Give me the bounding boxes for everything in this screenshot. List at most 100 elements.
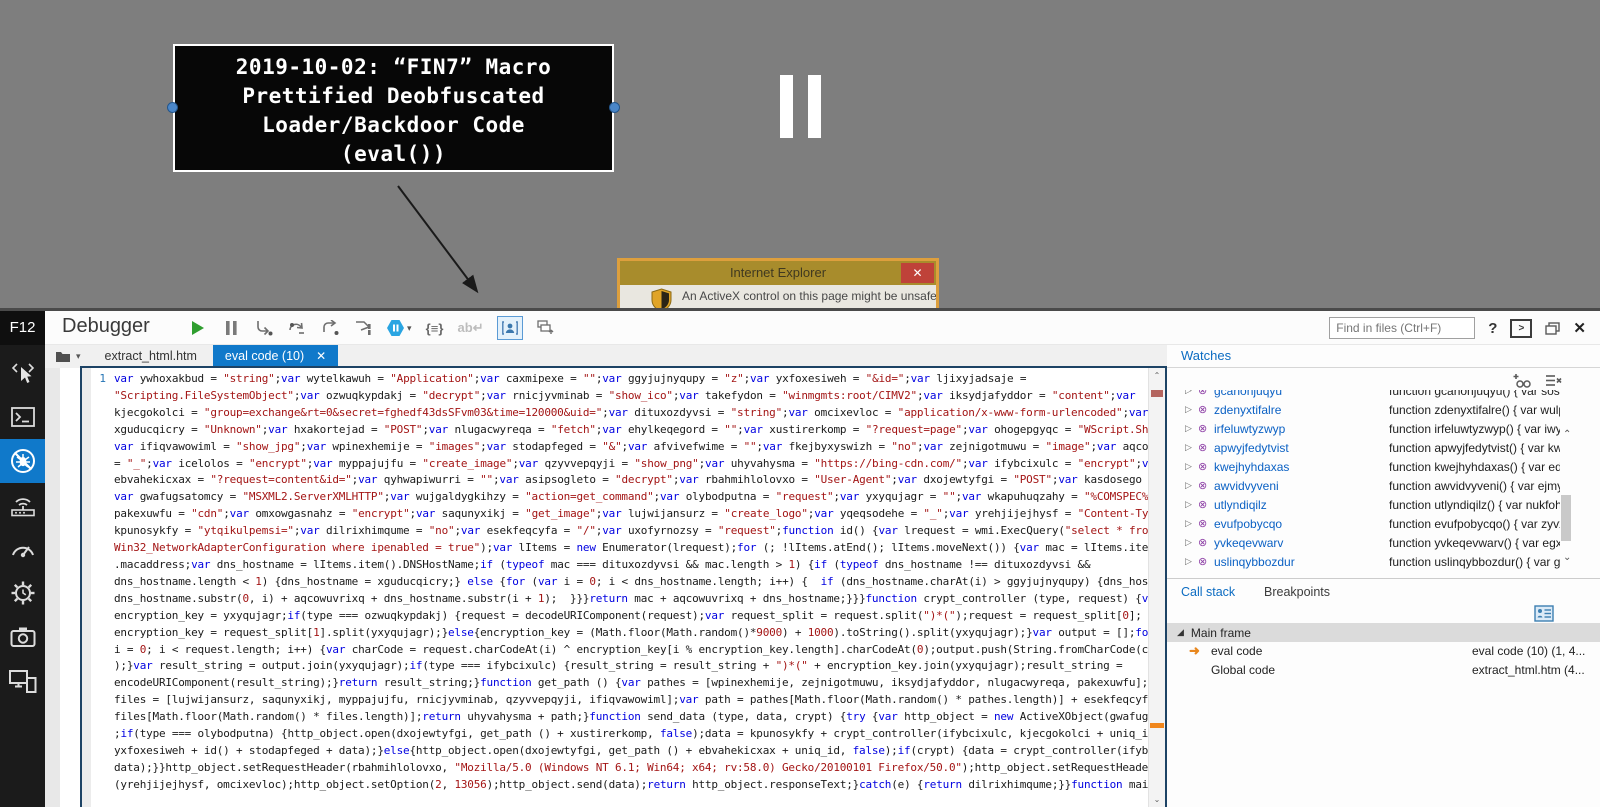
show-console-button[interactable]: > (1510, 319, 1532, 338)
code-line[interactable]: i = 0; i < request.length; i++) {var cha… (114, 642, 1148, 659)
sidebar-item-debugger[interactable] (0, 439, 45, 483)
expander-icon[interactable]: ▷ (1185, 480, 1198, 491)
expander-icon[interactable]: ▷ (1185, 404, 1198, 415)
code-line[interactable]: "Scripting.FileSystemObject";var ozwuqky… (114, 388, 1148, 405)
watch-name: irfeluwtyzwyp (1214, 422, 1285, 436)
break-pause-button[interactable] (221, 315, 241, 341)
sidebar-item-network[interactable] (0, 483, 45, 527)
code-scrollbar[interactable]: ⌃ ⌄ (1148, 368, 1165, 807)
watch-row[interactable]: ▷⊗awvidvyvenifunction awvidvyveni() { va… (1167, 476, 1560, 495)
code-line[interactable]: dns_hostname.substr(0, i) + aqcowuvrixq … (114, 591, 1148, 608)
find-in-files-input[interactable] (1329, 317, 1475, 339)
ie-dialog-titlebar[interactable]: Internet Explorer ✕ (620, 261, 936, 285)
add-watch-button[interactable] (1512, 373, 1531, 388)
annotation-title-box[interactable]: 2019-10-02: “FIN7” Macro Prettified Deob… (173, 44, 614, 172)
sidebar-item-memory[interactable] (0, 615, 45, 659)
selection-handle-right[interactable] (609, 102, 620, 113)
scroll-down-icon[interactable]: ⌄ (1563, 552, 1571, 563)
code-line[interactable]: var gwafugsatomcy = "MSXML2.ServerXMLHTT… (114, 489, 1148, 506)
watch-row[interactable]: ▷⊗uslinqybbozdurfunction uslinqybbozdur(… (1167, 552, 1560, 571)
expander-icon[interactable]: ▷ (1185, 461, 1198, 472)
code-line[interactable]: encodeURIComponent(result_string);}retur… (114, 675, 1148, 692)
code-line[interactable]: );}var result_string = output.join(yxyqu… (114, 658, 1148, 675)
continue-button[interactable] (188, 315, 208, 341)
code-line[interactable]: data);}}http_object.setRequestHeader(rba… (114, 760, 1148, 777)
chevron-down-icon: ▾ (407, 323, 412, 334)
expander-icon[interactable]: ▷ (1185, 556, 1198, 567)
code-line[interactable]: encryption_key = yxyqujagr;if(type === o… (114, 608, 1148, 625)
code-line[interactable]: yxfoxesiweh + id() + stodapfeged + data)… (114, 743, 1148, 760)
tab-eval-code[interactable]: eval code (10) ✕ (213, 345, 338, 368)
code-line[interactable]: = "_";var icelolos = "encrypt";var myppa… (114, 456, 1148, 473)
open-document-button[interactable]: ▾ (45, 345, 89, 368)
close-devtools-button[interactable]: ✕ (1573, 319, 1586, 337)
tab-extract-html[interactable]: extract_html.htm (89, 345, 213, 368)
step-over-button[interactable] (287, 315, 307, 341)
code-line[interactable]: xguducqicry = "Unknown";var hxakortejad … (114, 422, 1148, 439)
expander-icon[interactable]: ▷ (1185, 518, 1198, 529)
code-line[interactable]: kjecgokolci = "group=exchange&rt=0&secre… (114, 405, 1148, 422)
scroll-up-icon[interactable]: ⌃ (1563, 429, 1571, 440)
step-out-button[interactable] (320, 315, 340, 341)
scrollbar-thumb[interactable] (1561, 495, 1571, 541)
breakpoint-gutter[interactable] (82, 368, 91, 807)
close-icon[interactable]: ✕ (901, 263, 934, 283)
code-line[interactable]: files = [lujwijansurz, saqunyxikj, myppa… (114, 692, 1148, 709)
code-line[interactable]: (yrehjijejhysf, omcixevloc);http_object.… (114, 777, 1148, 794)
step-into-button[interactable] (254, 315, 274, 341)
sidebar-item-console[interactable] (0, 395, 45, 439)
sidebar-item-emulation[interactable] (0, 659, 45, 703)
watch-row[interactable]: ▷⊗apwyjfedytvistfunction apwyjfedytvist(… (1167, 438, 1560, 457)
code-line[interactable]: var ywhoxakbud = "string";var wytelkawuh… (114, 371, 1148, 388)
selection-handle-left[interactable] (167, 102, 178, 113)
watch-name: zdenyxtifalre (1214, 403, 1281, 417)
expander-icon[interactable]: ▷ (1185, 537, 1198, 548)
sidebar-item-performance[interactable] (0, 527, 45, 571)
watch-row[interactable]: ▷⊗zdenyxtifalrefunction zdenyxtifalre() … (1167, 400, 1560, 419)
callstack-frame[interactable]: ➜eval codeeval code (10) (1, 4... (1167, 642, 1600, 661)
code-line[interactable]: kpunosykfy = "ytqikulpemsi=";var dilrixh… (114, 523, 1148, 540)
source-windows-button[interactable] (536, 315, 556, 341)
watch-row[interactable]: ▷⊗gcahonjuqyufunction gcahonjuqyu() { va… (1167, 390, 1560, 400)
callstack-frame[interactable]: Global codeextract_html.htm (4... (1167, 661, 1600, 680)
exception-control-button[interactable]: ▾ (386, 315, 412, 341)
tab-call-stack[interactable]: Call stack (1181, 585, 1235, 599)
frames-toggle-button[interactable] (1534, 605, 1554, 622)
clear-watches-button[interactable] (1545, 373, 1562, 388)
code-line[interactable]: .macaddress;var dns_hostname = lItems.it… (114, 557, 1148, 574)
scrollbar-thumb[interactable] (1151, 390, 1163, 397)
code-line[interactable]: pakexuwfu = "cdn";var omxowgasnahz = "en… (114, 506, 1148, 523)
watch-row[interactable]: ▷⊗utlyndiqilzfunction utlyndiqilz() { va… (1167, 495, 1560, 514)
code-lines[interactable]: var ywhoxakbud = "string";var wytelkawuh… (111, 368, 1148, 807)
watch-row[interactable]: ▷⊗evufpobycqofunction evufpobycqo() { va… (1167, 514, 1560, 533)
callstack-group[interactable]: ◢ Main frame (1167, 623, 1600, 642)
unpin-restore-button[interactable] (1545, 322, 1560, 335)
function-icon: ⊗ (1198, 517, 1214, 530)
code-line[interactable]: encryption_key = request_split[1].split(… (114, 625, 1148, 642)
watch-name: uslinqybbozdur (1214, 555, 1295, 569)
close-icon[interactable]: ✕ (316, 345, 326, 368)
break-on-new-worker-button[interactable] (353, 315, 373, 341)
code-line[interactable]: dns_hostname.length < 1) {dns_hostname =… (114, 574, 1148, 591)
code-line[interactable]: ;if(type === olybodputna) {http_object.o… (114, 726, 1148, 743)
sidebar-item-profiler[interactable] (0, 571, 45, 615)
code-line[interactable]: Win32_NetworkAdapterConfiguration where … (114, 540, 1148, 557)
expander-icon[interactable]: ▷ (1185, 390, 1198, 396)
scroll-up-icon[interactable]: ⌃ (1149, 371, 1165, 380)
watch-row[interactable]: ▷⊗yvkeqevwarvfunction yvkeqevwarv() { va… (1167, 533, 1560, 552)
watch-row[interactable]: ▷⊗kwejhyhdaxasfunction kwejhyhdaxas() { … (1167, 457, 1560, 476)
just-my-code-button[interactable] (497, 316, 523, 340)
code-line[interactable]: ebvahekicxax = "?request=content&id=";va… (114, 472, 1148, 489)
expander-icon[interactable]: ▷ (1185, 442, 1198, 453)
code-line[interactable]: var ifiqvawowiml = "show_jpg";var wpinex… (114, 439, 1148, 456)
sidebar-item-dom-explorer[interactable] (0, 351, 45, 395)
scroll-down-icon[interactable]: ⌄ (1149, 795, 1165, 804)
pretty-print-button[interactable]: {≡} (425, 315, 445, 341)
word-wrap-button[interactable]: ab↵ (458, 315, 484, 341)
code-line[interactable]: files[Math.floor(Math.random() * files.l… (114, 709, 1148, 726)
expander-icon[interactable]: ▷ (1185, 499, 1198, 510)
help-button[interactable]: ? (1488, 320, 1497, 337)
expander-icon[interactable]: ▷ (1185, 423, 1198, 434)
watch-row[interactable]: ▷⊗irfeluwtyzwypfunction irfeluwtyzwyp() … (1167, 419, 1560, 438)
tab-breakpoints[interactable]: Breakpoints (1264, 585, 1330, 599)
